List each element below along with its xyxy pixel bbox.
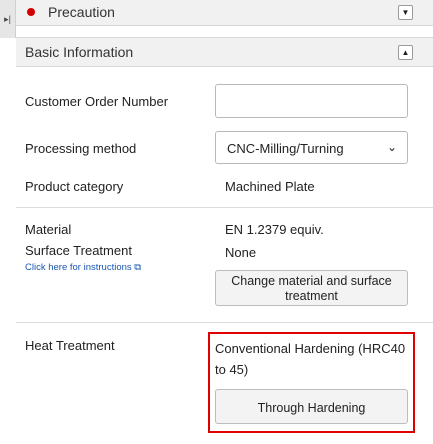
product-category-value: Machined Plate	[225, 179, 315, 194]
section-divider	[16, 322, 433, 323]
instructions-link[interactable]: Click here for instructions ⧉	[25, 262, 141, 273]
product-category-label: Product category	[25, 179, 124, 194]
basic-information-title: Basic Information	[25, 44, 134, 60]
customer-order-number-input[interactable]	[215, 84, 408, 118]
processing-method-select[interactable]: CNC-Milling/Turning ⌄	[215, 131, 408, 164]
chevron-down-icon: ⌄	[386, 140, 397, 154]
surface-treatment-value: None	[225, 245, 257, 260]
heat-treatment-value: Conventional Hardening (HRC40 to 45)	[215, 341, 406, 377]
section-divider	[16, 207, 433, 208]
material-value: EN 1.2379 equiv.	[225, 222, 324, 237]
surface-treatment-label: Surface Treatment	[25, 243, 132, 258]
processing-method-label: Processing method	[25, 141, 137, 156]
basic-information-section-header[interactable]: Basic Information ▲	[16, 37, 433, 67]
side-panel-toggle[interactable]: ▸|	[0, 0, 16, 38]
customer-order-number-label: Customer Order Number	[25, 94, 169, 109]
heat-treatment-label: Heat Treatment	[25, 338, 115, 353]
collapse-basic-information-button[interactable]: ▲	[398, 45, 413, 60]
status-dot	[27, 8, 35, 16]
chevron-up-icon: ▲	[401, 48, 410, 57]
change-material-button[interactable]: Change material and surface treatment	[215, 270, 408, 306]
collapse-icon: ▸|	[4, 13, 11, 24]
through-hardening-button[interactable]: Through Hardening	[215, 389, 408, 424]
precaution-title: Precaution	[48, 4, 115, 20]
chevron-down-icon: ▼	[401, 8, 410, 17]
material-label: Material	[25, 222, 72, 237]
expand-precaution-button[interactable]: ▼	[398, 5, 413, 20]
precaution-section-header[interactable]: Precaution ▼	[16, 0, 433, 26]
processing-method-selected: CNC-Milling/Turning	[227, 141, 344, 156]
external-link-icon: ⧉	[134, 262, 142, 273]
